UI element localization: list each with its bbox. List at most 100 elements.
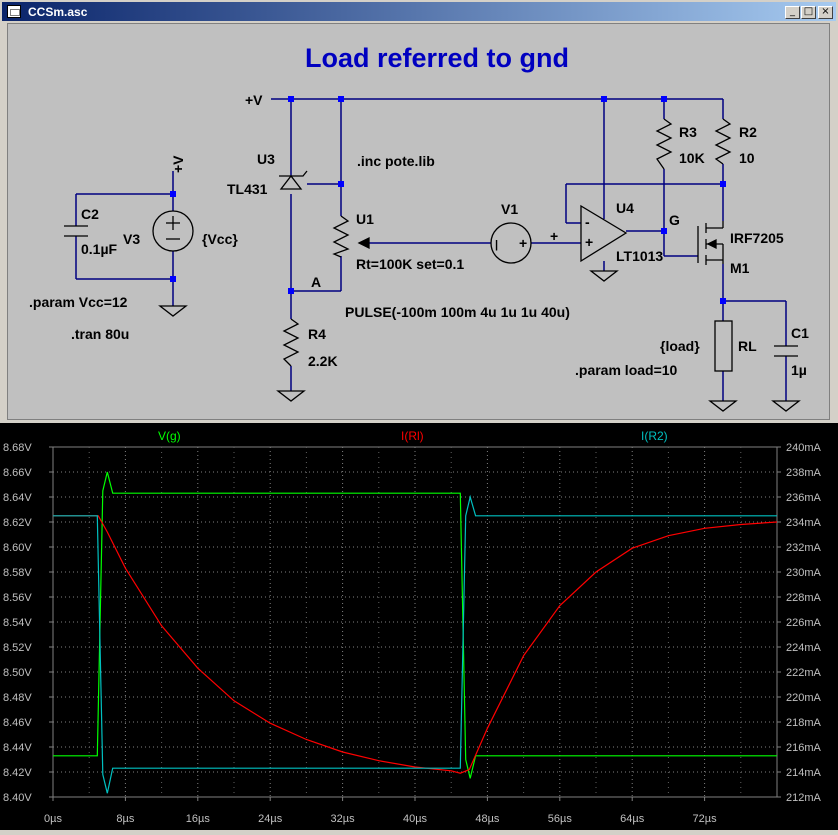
window-title: CCSm.asc	[28, 5, 88, 19]
label-r2: R2	[739, 124, 757, 140]
maximize-button[interactable]: □	[801, 6, 816, 19]
grid-lines	[53, 447, 777, 797]
label-tran: .tran 80u	[71, 326, 129, 342]
tl431-symbol[interactable]	[279, 174, 303, 190]
x-tick: 8µs	[116, 813, 134, 825]
waveform-window[interactable]: 8.68V 8.66V 8.64V 8.62V 8.60V 8.58V 8.56V 8.54V…	[0, 423, 838, 830]
y-left-tick: 8.58V	[3, 567, 32, 579]
y-right-tick: 220mA	[786, 692, 822, 704]
x-tick: 72µs	[693, 813, 718, 825]
trace-irl[interactable]	[53, 515, 778, 774]
y-right-tick: 212mA	[786, 792, 822, 804]
minimize-button[interactable]: _	[785, 6, 800, 19]
y-right-tick: 226mA	[786, 617, 822, 629]
label-vplus-v3: +V	[170, 155, 186, 173]
legend-ir2[interactable]: I(R2)	[641, 429, 668, 443]
y-right-tick: 234mA	[786, 517, 822, 529]
label-r3-value: 10K	[679, 150, 705, 166]
v1-plus-sign: +	[519, 235, 527, 251]
y-left-tick: 8.62V	[3, 517, 32, 529]
y-left-tick: 8.42V	[3, 767, 32, 779]
label-g: G	[669, 212, 680, 228]
label-vcc: {Vcc}	[202, 231, 238, 247]
y-right-tick: 216mA	[786, 742, 822, 754]
y-left-tick: 8.64V	[3, 492, 32, 504]
r3-symbol[interactable]	[655, 118, 673, 170]
r2-symbol[interactable]	[714, 118, 732, 165]
y-right-tick: 232mA	[786, 542, 822, 554]
y-right-tick: 238mA	[786, 467, 822, 479]
label-node-a: A	[311, 274, 321, 290]
x-tick: 24µs	[258, 813, 283, 825]
label-rl: RL	[738, 338, 757, 354]
label-tl431: TL431	[227, 181, 268, 197]
label-irf7205: IRF7205	[730, 230, 784, 246]
y-right-tick: 230mA	[786, 567, 822, 579]
y-left-tick: 8.66V	[3, 467, 32, 479]
v1-minus-sign: |	[495, 239, 498, 251]
y-left-tick: 8.54V	[3, 617, 32, 629]
label-vplus: +V	[245, 92, 263, 108]
waveform-plot[interactable]: 8.68V 8.66V 8.64V 8.62V 8.60V 8.58V 8.56V 8.54V…	[0, 423, 838, 830]
ltspice-icon	[7, 5, 21, 18]
wires	[75, 98, 787, 401]
opamp-plus-input: +	[550, 228, 558, 244]
label-u3: U3	[257, 151, 275, 167]
label-c1-value: 1µ	[791, 362, 807, 378]
schematic-canvas[interactable]: Load referred to gnd +V +V U3 TL431 .inc…	[7, 23, 830, 420]
label-u4: U4	[616, 200, 634, 216]
schematic-heading: Load referred to gnd	[305, 43, 569, 73]
label-param-load: .param load=10	[575, 362, 678, 378]
label-param-vcc: .param Vcc=12	[29, 294, 128, 310]
label-r4-value: 2.2K	[308, 353, 338, 369]
y-right-tick: 224mA	[786, 642, 822, 654]
y-left-tick: 8.44V	[3, 742, 32, 754]
x-tick: 56µs	[548, 813, 573, 825]
y-left-tick: 8.52V	[3, 642, 32, 654]
trace-ir2[interactable]	[53, 494, 777, 794]
label-c2: C2	[81, 206, 99, 222]
y-left-tick: 8.40V	[3, 792, 32, 804]
label-r3: R3	[679, 124, 697, 140]
x-tick: 16µs	[186, 813, 211, 825]
y-right-tick: 236mA	[786, 492, 822, 504]
y-left-tick: 8.68V	[3, 442, 32, 454]
y-right-tick: 218mA	[786, 717, 822, 729]
y-right-tick: 228mA	[786, 592, 822, 604]
legend-vg[interactable]: V(g)	[158, 429, 181, 443]
rl-symbol[interactable]	[714, 320, 733, 372]
schematic-labels: +V +V U3 TL431 .inc pote.lib U1 Rt=100K …	[29, 92, 809, 378]
label-c1: C1	[791, 325, 809, 341]
potentiometer-symbol[interactable]	[332, 215, 350, 258]
schematic-window: CCSm.asc _ □ × Load referred to gnd +V +…	[0, 0, 838, 421]
label-load: {load}	[660, 338, 700, 354]
schematic-drawing[interactable]: Load referred to gnd +V +V U3 TL431 .inc…	[8, 24, 829, 419]
legend-irl[interactable]: I(Rl)	[401, 429, 424, 443]
x-tick: 64µs	[620, 813, 645, 825]
x-tick: 40µs	[403, 813, 428, 825]
r4-symbol[interactable]	[282, 318, 300, 367]
y-left-tick: 8.60V	[3, 542, 32, 554]
label-u1: U1	[356, 211, 374, 227]
label-v1: V1	[501, 201, 518, 217]
x-tick: 0µs	[44, 813, 62, 825]
title-bar[interactable]: CCSm.asc _ □ ×	[2, 2, 836, 21]
label-inc: .inc pote.lib	[357, 153, 435, 169]
label-u1-params: Rt=100K set=0.1	[356, 256, 464, 272]
label-pulse: PULSE(-100m 100m 4u 1u 1u 40u)	[345, 304, 570, 320]
y-right-tick: 222mA	[786, 667, 822, 679]
y-left-tick: 8.56V	[3, 592, 32, 604]
y-left-tick: 8.48V	[3, 692, 32, 704]
y-left-tick: 8.50V	[3, 667, 32, 679]
x-tick: 32µs	[331, 813, 356, 825]
label-r2-value: 10	[739, 150, 755, 166]
label-v3: V3	[123, 231, 140, 247]
x-tick: 48µs	[475, 813, 500, 825]
opamp-plus-sign: +	[585, 234, 593, 250]
close-button[interactable]: ×	[818, 6, 833, 19]
y-left-tick: 8.46V	[3, 717, 32, 729]
opamp-minus-input: -	[585, 214, 590, 230]
y-right-tick: 240mA	[786, 442, 822, 454]
label-lt1013: LT1013	[616, 248, 663, 264]
junction-dots	[170, 96, 726, 304]
